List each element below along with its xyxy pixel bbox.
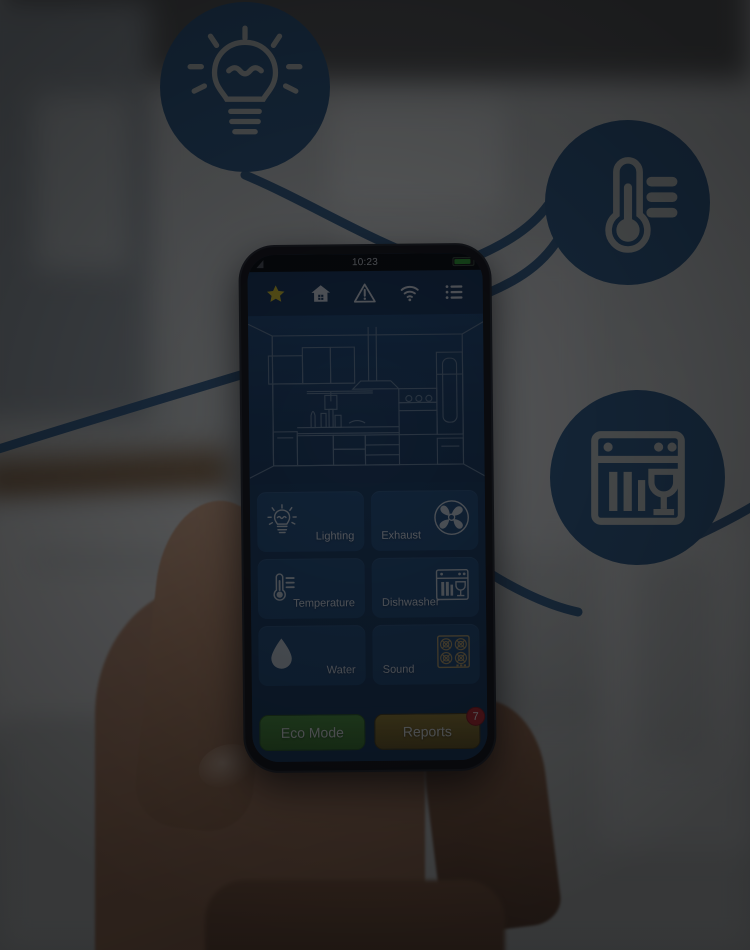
tile-label: Lighting [315, 530, 355, 543]
water-drop-icon [268, 636, 294, 675]
tile-label: Exhaust [381, 529, 422, 542]
tile-temperature[interactable]: Temperature [257, 558, 366, 620]
tile-water[interactable]: Water [258, 625, 366, 687]
wifi-icon [400, 285, 419, 302]
house-icon [311, 285, 330, 302]
battery-icon [452, 256, 475, 267]
reports-button[interactable]: Reports 7 [374, 706, 486, 750]
reports-badge: 7 [466, 706, 486, 726]
nav-item-home[interactable] [308, 280, 334, 306]
smartphone-device: 10:23 Lighting Exhaust Temperature Dishw… [240, 244, 495, 772]
tile-label: Water [326, 664, 356, 677]
battery-fill [454, 258, 471, 265]
eco-mode-label: Eco Mode [280, 724, 344, 741]
nav-item-alerts[interactable] [352, 280, 378, 306]
status-time: 10:23 [351, 256, 379, 269]
dishwasher-icon [590, 430, 685, 525]
tile-label: Temperature [293, 597, 356, 610]
fan-icon [433, 499, 470, 541]
tile-label: Dishwasher [381, 596, 440, 609]
control-tiles-grid: Lighting Exhaust Temperature Dishwasher … [249, 481, 488, 709]
kitchen-line-art-icon [247, 321, 485, 479]
nav-item-favorites[interactable] [263, 281, 289, 307]
feature-bubble-dishwasher[interactable] [550, 390, 725, 565]
reports-label: Reports [402, 723, 452, 740]
nav-item-menu[interactable] [441, 279, 467, 305]
app-navigation-bar [247, 269, 483, 317]
phone-screen: 10:23 Lighting Exhaust Temperature Dishw… [247, 252, 488, 763]
eco-mode-button[interactable]: Eco Mode [259, 714, 366, 752]
warning-triangle-icon [354, 283, 377, 303]
tile-label: Sound [382, 663, 415, 676]
feature-bubble-lighting[interactable] [160, 2, 330, 172]
action-button-bar: Eco Mode Reports 7 [252, 705, 488, 763]
tile-lighting[interactable]: Lighting [256, 491, 365, 553]
list-menu-icon [445, 285, 463, 300]
hand-wrist [205, 880, 505, 950]
signal-icon [256, 260, 264, 269]
tile-sound[interactable]: Sound [372, 623, 480, 685]
tile-exhaust[interactable]: Exhaust [370, 489, 479, 551]
screenshot-stage: 10:23 Lighting Exhaust Temperature Dishw… [0, 0, 750, 950]
thermometer-icon [604, 156, 677, 253]
lightbulb-icon [187, 25, 303, 135]
tile-dishwasher[interactable]: Dishwasher [371, 556, 480, 618]
lightbulb-icon [267, 503, 297, 540]
kitchen-illustration [247, 313, 485, 485]
star-icon [267, 285, 285, 302]
nav-item-wifi[interactable] [397, 279, 423, 305]
cooktop-icon [435, 634, 471, 674]
feature-bubble-temperature[interactable] [545, 120, 710, 285]
status-bar: 10:23 [247, 252, 483, 273]
